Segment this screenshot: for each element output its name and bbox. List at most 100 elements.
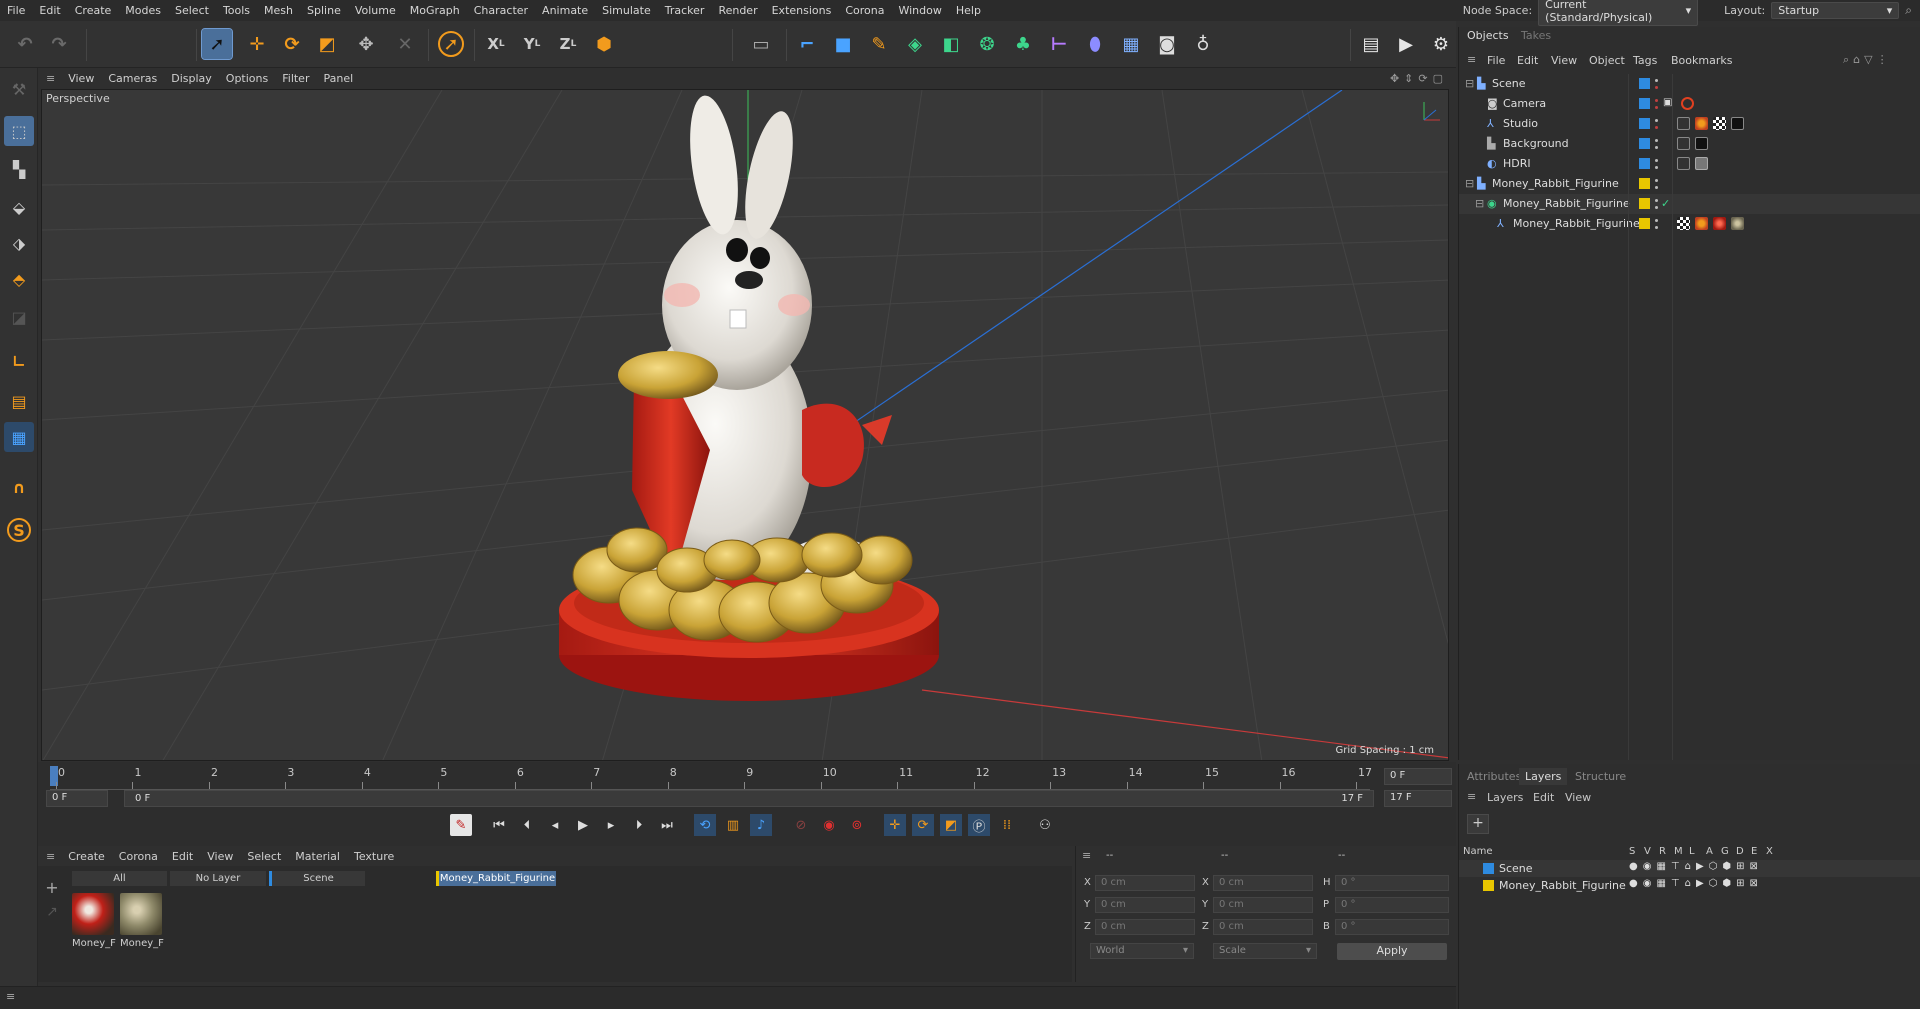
material-menu-corona[interactable]: Corona: [112, 850, 165, 863]
menu-mograph[interactable]: MoGraph: [403, 4, 467, 17]
hamburger-icon[interactable]: ≡: [38, 850, 61, 863]
viewport-menu-display[interactable]: Display: [164, 72, 219, 85]
menu-simulate[interactable]: Simulate: [595, 4, 658, 17]
black-tag-icon[interactable]: [1695, 137, 1708, 150]
menu-help[interactable]: Help: [949, 4, 988, 17]
light-icon[interactable]: ♁: [1188, 29, 1218, 59]
menu-spline[interactable]: Spline: [300, 4, 348, 17]
redo-icon[interactable]: ↷: [44, 29, 74, 59]
protection-tag-icon[interactable]: [1681, 97, 1694, 110]
current-frame-field[interactable]: 0 F: [1384, 768, 1452, 785]
size-y-field[interactable]: 0 cm: [1213, 897, 1313, 913]
render-settings-icon[interactable]: ⚙: [1426, 29, 1456, 59]
layout-dropdown[interactable]: Startup ▾: [1771, 2, 1900, 19]
compositing-tag-icon[interactable]: [1677, 157, 1690, 170]
menu-create[interactable]: Create: [68, 4, 119, 17]
viewport-menu-options[interactable]: Options: [219, 72, 275, 85]
object-row-figurine-mesh[interactable]: ⅄ Money_Rabbit_Figurine: [1459, 214, 1920, 234]
menu-edit[interactable]: Edit: [32, 4, 67, 17]
object-row-hdri[interactable]: ◐ HDRI: [1459, 154, 1920, 174]
layer-tab-money-rabbit[interactable]: Money_Rabbit_Figurine: [436, 871, 556, 886]
search-icon[interactable]: ⌕: [1905, 3, 1912, 18]
rotation-p-field[interactable]: 0 °: [1335, 897, 1449, 913]
mograph-icon[interactable]: ♣: [1008, 29, 1038, 59]
collapse-icon[interactable]: ⊟: [1465, 77, 1474, 90]
menu-extensions[interactable]: Extensions: [765, 4, 839, 17]
rotation-h-field[interactable]: 0 °: [1335, 875, 1449, 891]
material-menu-material[interactable]: Material: [288, 850, 347, 863]
node-space-dropdown[interactable]: Current (Standard/Physical) ▾: [1538, 0, 1699, 26]
render-region-icon[interactable]: ▭: [746, 29, 776, 59]
sound-icon[interactable]: ♪: [750, 814, 772, 836]
material-menu-create[interactable]: Create: [61, 850, 112, 863]
x-axis-icon[interactable]: XL: [481, 29, 511, 59]
object-row-figurine-group[interactable]: ⊟ ▙ Money_Rabbit_Figurine: [1459, 174, 1920, 194]
soft-selection-icon[interactable]: S: [7, 518, 31, 542]
hamburger-icon[interactable]: ≡: [1082, 849, 1091, 862]
layer-color-swatch[interactable]: [1639, 178, 1650, 189]
make-editable-icon[interactable]: ⚒: [4, 74, 34, 104]
cube-icon[interactable]: ■: [828, 29, 858, 59]
deformer-icon[interactable]: ⊢: [1044, 29, 1074, 59]
checker-tag-icon[interactable]: [1677, 217, 1690, 230]
object-row-background[interactable]: ▙ Background: [1459, 134, 1920, 154]
layer-tab-no-layer[interactable]: No Layer: [170, 871, 266, 886]
tab-takes[interactable]: Takes: [1515, 27, 1557, 44]
tab-objects[interactable]: Objects: [1461, 27, 1515, 44]
workplane-icon[interactable]: ▤: [4, 386, 34, 416]
object-row-studio[interactable]: ⅄ Studio: [1459, 114, 1920, 134]
menu-mesh[interactable]: Mesh: [257, 4, 300, 17]
goto-end-icon[interactable]: ⏭: [656, 814, 678, 836]
floor-icon[interactable]: ▦: [1116, 29, 1146, 59]
axis-mode-icon[interactable]: ∟: [4, 346, 34, 376]
material-pointer-icon[interactable]: ↗: [42, 904, 62, 924]
objects-menu-tags[interactable]: Tags: [1633, 54, 1657, 67]
rotate-icon[interactable]: ⟳: [277, 29, 307, 59]
menu-select[interactable]: Select: [168, 4, 216, 17]
viewport-nav-icons[interactable]: ✥⇕⟳▢: [1390, 72, 1448, 85]
cloner-icon[interactable]: ❂: [972, 29, 1002, 59]
rotation-b-field[interactable]: 0 °: [1335, 919, 1449, 935]
scale-icon[interactable]: ◩: [312, 29, 342, 59]
hamburger-icon[interactable]: ≡: [38, 72, 61, 85]
checker-tag-icon[interactable]: [1713, 117, 1726, 130]
layer-color-swatch[interactable]: [1639, 198, 1650, 209]
extrude-icon[interactable]: ◧: [936, 29, 966, 59]
objects-menu-edit[interactable]: Edit: [1517, 54, 1538, 67]
objects-menu-file[interactable]: File: [1487, 54, 1505, 67]
material-menu-view[interactable]: View: [200, 850, 240, 863]
tab-layers[interactable]: Layers: [1519, 768, 1568, 785]
prev-key-icon[interactable]: ⏴: [516, 814, 538, 836]
layer-color-swatch[interactable]: [1639, 98, 1650, 109]
menu-animate[interactable]: Animate: [535, 4, 595, 17]
size-x-field[interactable]: 0 cm: [1213, 875, 1313, 891]
start-frame-field[interactable]: 0 F: [46, 790, 108, 807]
coordinate-system-icon[interactable]: ⬢: [589, 29, 619, 59]
apply-button[interactable]: Apply: [1337, 943, 1447, 960]
goto-start-icon[interactable]: ⏮: [488, 814, 510, 836]
y-axis-icon[interactable]: YL: [517, 29, 547, 59]
menu-tools[interactable]: Tools: [216, 4, 257, 17]
model-mode-icon[interactable]: ⬚: [4, 116, 34, 146]
objects-menu-view[interactable]: View: [1551, 54, 1577, 67]
motion-system-icon[interactable]: ⚇: [1034, 814, 1056, 836]
menu-tracker[interactable]: Tracker: [658, 4, 712, 17]
material-menu-texture[interactable]: Texture: [347, 850, 401, 863]
loop-icon[interactable]: ⟲: [694, 814, 716, 836]
snap-grid-icon[interactable]: ▦: [4, 422, 34, 452]
position-x-field[interactable]: 0 cm: [1095, 875, 1195, 891]
key-scale-icon[interactable]: ◩: [940, 814, 962, 836]
compositing-tag-icon[interactable]: [1677, 117, 1690, 130]
object-row-camera[interactable]: ◙ Camera ▣: [1459, 94, 1920, 114]
layers-menu-edit[interactable]: Edit: [1533, 791, 1554, 804]
menu-render[interactable]: Render: [711, 4, 764, 17]
move-icon[interactable]: ✛: [242, 29, 272, 59]
material-thumbnail[interactable]: [120, 893, 162, 935]
objects-menu-bookmarks[interactable]: Bookmarks: [1671, 54, 1732, 67]
end-frame-field[interactable]: 17 F: [1384, 790, 1452, 807]
layer-row-figurine[interactable]: Money_Rabbit_Figurine ●◉▦⊤⌂▶⬡⬢⊞⊠: [1459, 877, 1920, 894]
undo-icon[interactable]: ↶: [10, 29, 40, 59]
camera-tag-icon[interactable]: ▣: [1663, 97, 1676, 110]
key-rotation-icon[interactable]: ⟳: [912, 814, 934, 836]
hdri-material-tag-icon[interactable]: [1695, 157, 1708, 170]
